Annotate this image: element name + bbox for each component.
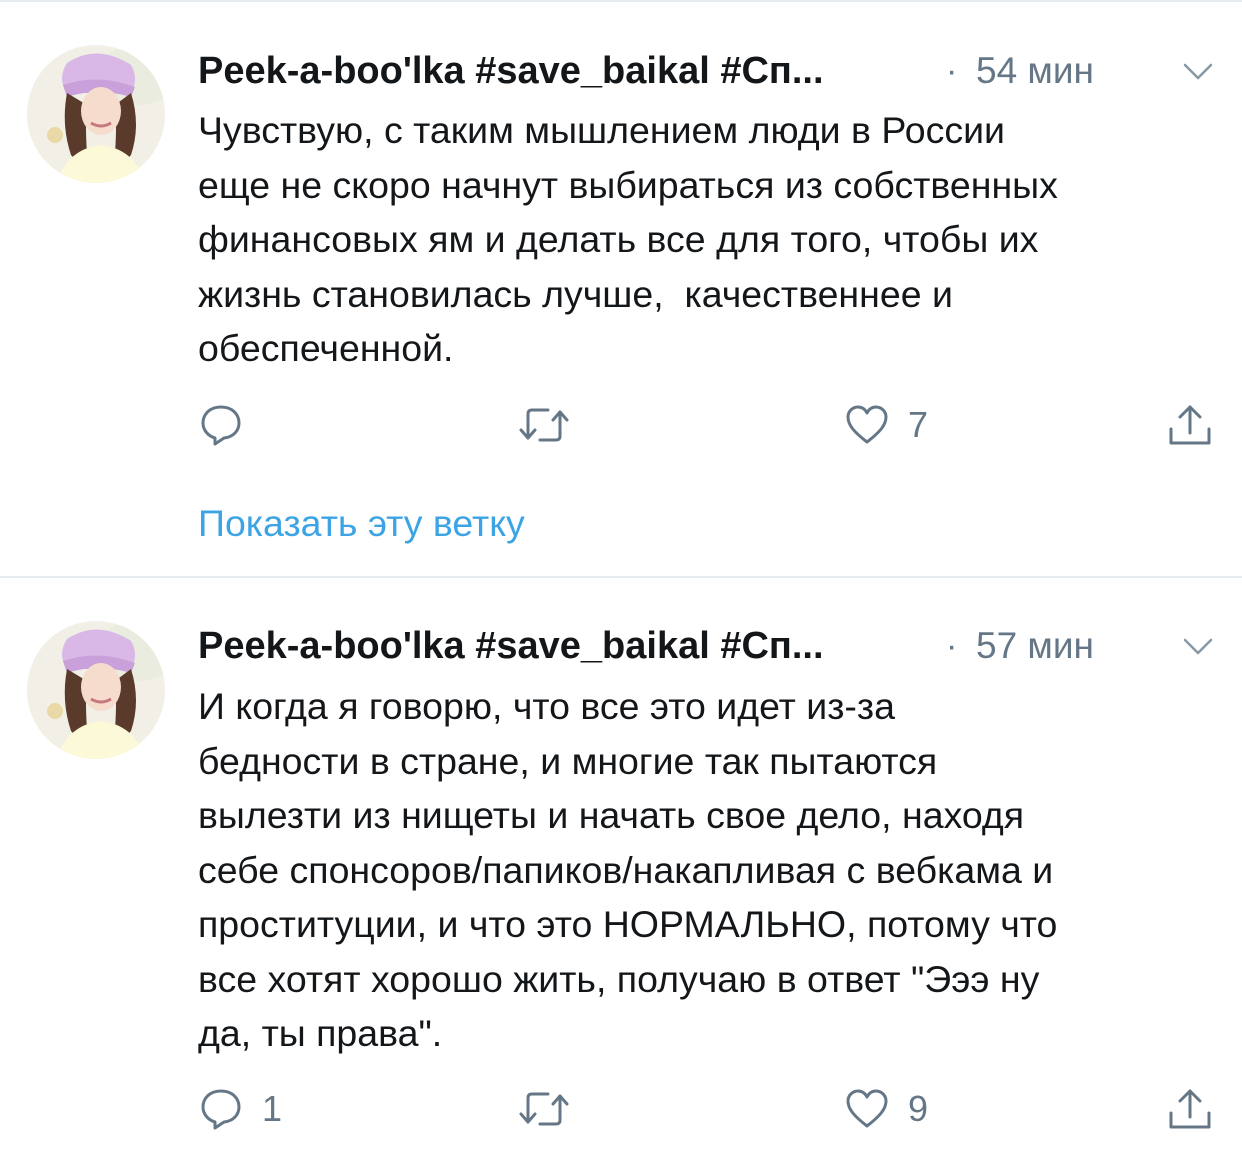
- tweet[interactable]: Peek-a-boo'lka #save_baikal #Сп... · 57 …: [0, 578, 1242, 1159]
- like-icon: [844, 1086, 890, 1132]
- show-thread-link[interactable]: Показать эту ветку: [198, 495, 525, 551]
- like-button[interactable]: 9: [844, 1081, 928, 1137]
- tweet-actions: 7: [198, 397, 1228, 453]
- share-icon: [1166, 401, 1214, 449]
- chevron-down-icon[interactable]: [1180, 53, 1216, 89]
- tweet-actions: 1 9: [198, 1081, 1228, 1137]
- tweet-header: Peek-a-boo'lka #save_baikal #Сп... · 57 …: [198, 616, 1216, 676]
- reply-icon: [198, 1086, 244, 1132]
- tweet-text: И когда я говорю, что все это идет из-за…: [198, 685, 1058, 1054]
- retweet-button[interactable]: [518, 1081, 588, 1137]
- separator-dot: ·: [946, 52, 958, 90]
- tweet[interactable]: Peek-a-boo'lka #save_baikal #Сп... · 54 …: [0, 0, 1242, 576]
- author-name[interactable]: Peek-a-boo'lka #save_baikal #Сп...: [198, 616, 824, 676]
- retweet-icon: [518, 1086, 570, 1132]
- avatar[interactable]: [27, 621, 165, 759]
- tweet-header: Peek-a-boo'lka #save_baikal #Сп... · 54 …: [198, 41, 1216, 101]
- retweet-icon: [518, 402, 570, 448]
- share-button[interactable]: [1166, 1081, 1214, 1137]
- tweet-text: Чувствую, с таким мышлением люди в Росси…: [198, 109, 1058, 369]
- separator-dot: ·: [946, 627, 958, 665]
- avatar[interactable]: [27, 45, 165, 183]
- chevron-down-icon[interactable]: [1180, 628, 1216, 664]
- like-icon: [844, 402, 890, 448]
- reply-icon: [198, 402, 244, 448]
- retweet-button[interactable]: [518, 397, 588, 453]
- like-count: 7: [908, 404, 929, 445]
- share-icon: [1166, 1085, 1214, 1133]
- reply-button[interactable]: 1: [198, 1081, 282, 1137]
- like-button[interactable]: 7: [844, 397, 928, 453]
- author-name[interactable]: Peek-a-boo'lka #save_baikal #Сп...: [198, 41, 824, 101]
- share-button[interactable]: [1166, 397, 1214, 453]
- timestamp[interactable]: 57 мин: [976, 616, 1094, 676]
- like-count: 9: [908, 1088, 929, 1129]
- timestamp[interactable]: 54 мин: [976, 41, 1094, 101]
- reply-count: 1: [262, 1088, 283, 1129]
- reply-button[interactable]: [198, 397, 262, 453]
